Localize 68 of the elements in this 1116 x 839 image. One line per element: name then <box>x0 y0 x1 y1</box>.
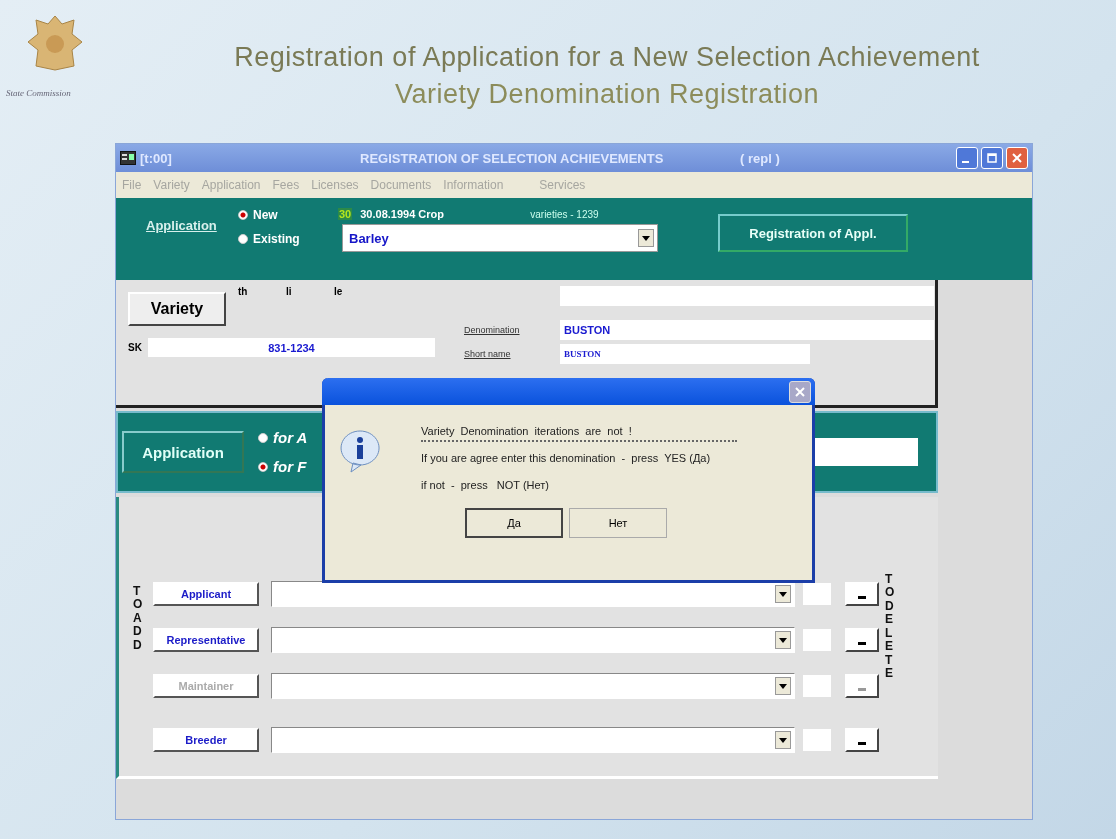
day-number: 30 <box>338 208 353 220</box>
delete-button[interactable] <box>845 582 879 606</box>
slide-subtitle: Variety Denomination Registration <box>394 79 820 110</box>
dialog-button[interactable]: Нет <box>569 508 667 538</box>
radio-label: for F <box>273 458 307 475</box>
window-icon <box>120 151 136 165</box>
organization-name: State Commission <box>6 88 71 98</box>
window-title: REGISTRATION OF SELECTION ACHIEVEMENTS <box>360 150 665 166</box>
minus-icon <box>858 642 866 645</box>
radio-button[interactable] <box>258 432 268 443</box>
minimize-icon <box>962 161 969 163</box>
minimize-button[interactable] <box>956 147 978 169</box>
minus-icon <box>858 596 866 599</box>
dialog-message: Variety Denomination iterations are not ! <box>421 425 737 442</box>
dropdown-arrow-icon <box>779 637 787 643</box>
crop-dropdown[interactable]: Barley <box>342 224 658 252</box>
short-name-field[interactable]: BUSTON <box>560 344 810 364</box>
dropdown-arrow-icon <box>642 235 650 241</box>
dialog-message: if not - press NOT (Нет) <box>421 479 550 491</box>
text-field[interactable] <box>803 675 831 697</box>
minus-icon <box>858 742 866 745</box>
short-name-label: Short name <box>464 349 512 359</box>
radio-button[interactable] <box>238 210 248 220</box>
crop-date: 30.08.1994 Crop <box>360 208 446 220</box>
text-field[interactable] <box>803 629 831 651</box>
variety-button[interactable]: Variety <box>128 292 226 326</box>
to-delete-label: TO DELETE <box>885 573 896 683</box>
minus-icon <box>858 688 866 691</box>
dialog-message: If you are agree enter this denomination - press YES (Да) <box>421 452 712 464</box>
radio-button[interactable] <box>258 461 268 472</box>
info-icon <box>339 429 381 473</box>
dialog-button[interactable]: Да <box>465 508 563 538</box>
radio-label: New <box>253 208 278 222</box>
application-button[interactable]: Application <box>122 431 244 473</box>
window-code: [t:00] <box>140 150 173 166</box>
to-add-label: TO ADD <box>133 585 144 654</box>
party-button[interactable]: Representative <box>153 628 259 652</box>
denomination-label: Denomination <box>464 325 521 335</box>
application-link[interactable]: Application <box>146 218 238 233</box>
delete-button[interactable] <box>845 728 879 752</box>
close-icon <box>795 386 805 397</box>
text-field[interactable] <box>560 286 934 306</box>
radio-button[interactable] <box>238 234 248 244</box>
sk-field[interactable]: 831-1234 <box>148 338 435 357</box>
party-button[interactable]: Applicant <box>153 582 259 606</box>
text-field[interactable] <box>803 729 831 751</box>
close-icon <box>1012 153 1022 163</box>
party-button[interactable]: Breeder <box>153 728 259 752</box>
dropdown-arrow-icon <box>779 591 787 597</box>
delete-button[interactable] <box>845 628 879 652</box>
dropdown-arrow-icon <box>779 683 787 689</box>
close-button[interactable] <box>789 380 811 403</box>
radio-label: Existing <box>253 232 300 246</box>
party-dropdown[interactable] <box>271 581 795 607</box>
dropdown-arrow-icon <box>779 737 787 743</box>
window-mode: ( repl ) <box>740 150 781 166</box>
registration-button[interactable]: Registration of Appl. <box>718 214 908 252</box>
text-field[interactable] <box>803 583 831 605</box>
column-heading: li <box>286 286 293 297</box>
column-heading: le <box>334 286 344 297</box>
denomination-field[interactable]: BUSTON <box>560 320 934 340</box>
slide-title: Registration of Application for a New Selection Achievement <box>234 42 980 73</box>
maximize-icon <box>987 153 997 163</box>
maximize-button[interactable] <box>981 147 1003 169</box>
varieties-count: varieties - 1239 <box>530 208 599 220</box>
radio-label: for A <box>273 429 308 446</box>
sk-label: SK <box>128 342 143 353</box>
column-heading: th <box>238 286 249 297</box>
